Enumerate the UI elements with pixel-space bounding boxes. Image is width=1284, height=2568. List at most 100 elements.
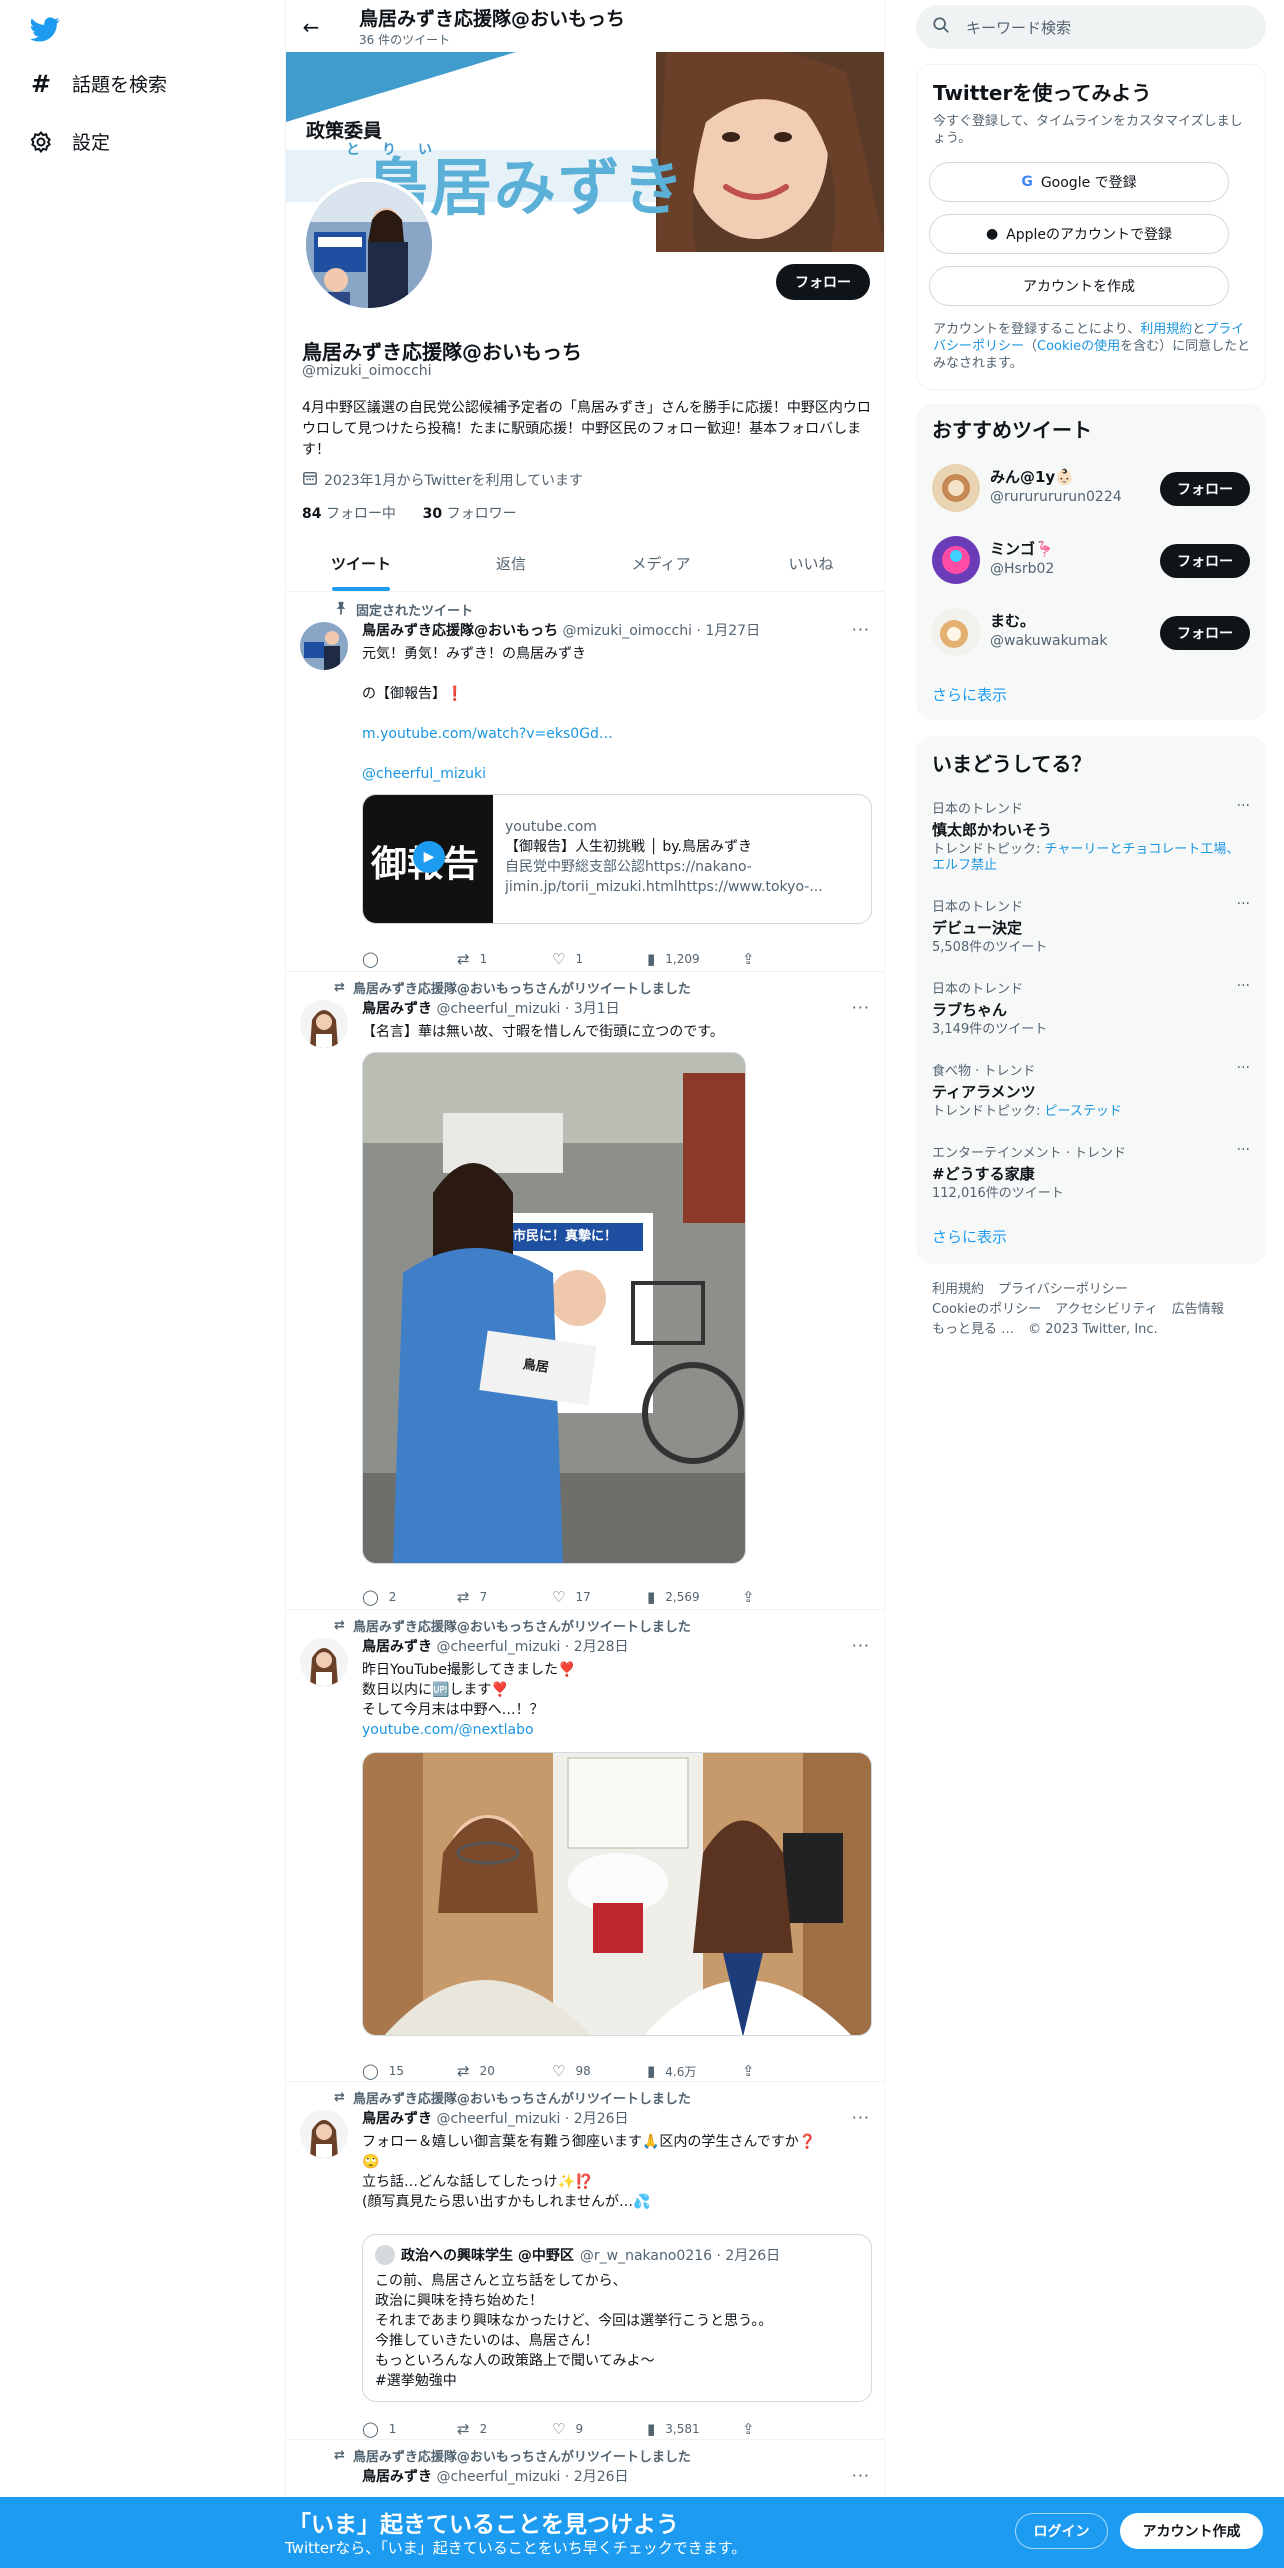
tweet-mention[interactable]: @cheerful_mizuki <box>362 764 872 784</box>
more-icon[interactable]: ··· <box>1237 798 1250 814</box>
share-button[interactable]: ⇪ <box>742 2420 837 2438</box>
back-arrow-icon[interactable]: ← <box>296 12 326 42</box>
avatar[interactable] <box>300 622 348 670</box>
author-name[interactable]: 鳥居みずき応援隊@おいもっち <box>362 623 558 639</box>
search-bar[interactable]: キーワード検索 <box>916 5 1266 49</box>
share-button[interactable]: ⇪ <box>742 1588 837 1606</box>
google-signup-button[interactable]: G Google で登録 <box>929 162 1229 202</box>
trend-item[interactable]: 日本のトレンド 慎太郎かわいそう トレンドトピック: チャーリーとチョコレート工… <box>932 798 1250 874</box>
avatar[interactable] <box>300 1638 348 1686</box>
recommended-handle: @Hsrb02 <box>990 561 1055 577</box>
bottom-signup-bar: 「いま」起きていることを見つけよう Twitterなら、「いま」起きていることを… <box>0 2497 1284 2568</box>
more-icon[interactable]: ··· <box>1237 978 1250 994</box>
author-name[interactable]: 鳥居みずき <box>362 1639 432 1655</box>
reply-button[interactable]: ◯ 2 <box>362 1588 457 1606</box>
signup-button[interactable]: アカウント作成 <box>1120 2513 1263 2549</box>
followers-link[interactable]: 30 フォロワー <box>423 506 517 522</box>
retweet-button[interactable]: ⇄ 7 <box>457 1588 552 1606</box>
footer-link[interactable]: 広告情報 <box>1172 1302 1224 1317</box>
tweet-photo[interactable] <box>362 1752 872 2036</box>
twitter-logo-icon[interactable] <box>28 14 62 44</box>
footer-link[interactable]: プライバシーポリシー <box>998 1282 1128 1297</box>
tweet-retweet[interactable]: ⇄ 鳥居みずき応援隊@おいもっちさんがリツイートしました ··· 鳥居みずき @… <box>286 1610 884 2082</box>
tweet-link[interactable]: youtube.com/@nextlabo <box>362 1720 872 1740</box>
reply-button[interactable]: ◯ 15 <box>362 2062 457 2080</box>
avatar[interactable] <box>300 2110 348 2158</box>
like-button[interactable]: ♡ 9 <box>552 2420 647 2438</box>
tab-media[interactable]: メディア <box>586 536 736 591</box>
more-icon[interactable]: ··· <box>1237 1060 1250 1076</box>
header-title: 鳥居みずき応援隊@おいもっち <box>359 8 626 30</box>
author-handle-time[interactable]: @cheerful_mizuki · 3月1日 <box>436 1001 619 1017</box>
footer-link[interactable]: Cookieのポリシー <box>932 1302 1041 1317</box>
retweet-button[interactable]: ⇄ 2 <box>457 2420 552 2438</box>
author-name[interactable]: 鳥居みずき <box>362 1001 432 1017</box>
recommended-user[interactable]: みん@1y👶🏻 @rururururun0224 フォロー <box>932 460 1250 516</box>
avatar[interactable] <box>932 608 980 656</box>
like-button[interactable]: ♡ 1 <box>552 950 647 968</box>
avatar[interactable] <box>932 464 980 512</box>
follow-button[interactable]: フォロー <box>1160 616 1250 650</box>
author-handle-time[interactable]: @mizuki_oimocchi · 1月27日 <box>562 623 760 639</box>
trend-item[interactable]: 食べ物 · トレンド ティアラメンツ トレンドトピック: ピーステッド ··· <box>932 1060 1250 1120</box>
author-handle-time[interactable]: @cheerful_mizuki · 2月28日 <box>436 1639 628 1655</box>
share-button[interactable]: ⇪ <box>742 950 837 968</box>
retweet-button[interactable]: ⇄ 1 <box>457 950 552 968</box>
nav-explore[interactable]: # 話題を検索 <box>28 70 167 98</box>
cookie-link[interactable]: Cookieの使用 <box>1037 339 1120 354</box>
recommended-user[interactable]: まむ。 @wakuwakumak フォロー <box>932 604 1250 660</box>
tweet-retweet[interactable]: ⇄ 鳥居みずき応援隊@おいもっちさんがリツイートしました ··· 鳥居みずき @… <box>286 2082 884 2440</box>
share-button[interactable]: ⇪ <box>742 2062 837 2080</box>
trend-category: 日本のトレンド <box>932 802 1024 817</box>
following-link[interactable]: 84 フォロー中 <box>302 506 396 522</box>
card-thumbnail: 御報告 ▶ <box>363 795 493 923</box>
follow-button[interactable]: フォロー <box>776 264 870 300</box>
nav-settings[interactable]: 設定 <box>28 128 110 155</box>
apple-signup-button[interactable]: ● Appleのアカウントで登録 <box>929 214 1229 254</box>
like-button[interactable]: ♡ 17 <box>552 1588 647 1606</box>
follow-button[interactable]: フォロー <box>1160 472 1250 506</box>
retweet-button[interactable]: ⇄ 20 <box>457 2062 552 2080</box>
tab-likes[interactable]: いいね <box>736 536 884 591</box>
link-card[interactable]: 御報告 ▶ youtube.com 【御報告】人生初挑戦 │ by.鳥居みずき … <box>362 794 872 924</box>
author-handle-time[interactable]: @cheerful_mizuki · 2月26日 <box>436 2111 628 2127</box>
tab-tweets[interactable]: ツイート <box>286 536 436 591</box>
views-button[interactable]: ▮ 2,569 <box>647 1588 742 1606</box>
avatar[interactable] <box>932 536 980 584</box>
tweet-photo[interactable]: 市民に！真摯に！ 鳥居 <box>362 1052 746 1564</box>
tab-replies[interactable]: 返信 <box>436 536 586 591</box>
follow-button[interactable]: フォロー <box>1160 544 1250 578</box>
quote-tweet[interactable]: 政治への興味学生 @中野区 @r_w_nakano0216 · 2月26日 この… <box>362 2234 872 2402</box>
tweet-link[interactable]: m.youtube.com/watch?v=eks0Gd… <box>362 724 872 744</box>
trend-topic-link[interactable]: ピーステッド <box>1045 1104 1122 1119</box>
reply-icon: ◯ <box>362 2062 379 2080</box>
recommended-user[interactable]: ミンゴ🦩 @Hsrb02 フォロー <box>932 532 1250 588</box>
footer-link[interactable]: もっと見る … <box>932 1322 1014 1337</box>
show-more-link[interactable]: さらに表示 <box>932 1226 1007 1247</box>
footer-link[interactable]: アクセシビリティ <box>1055 1302 1158 1317</box>
reply-button[interactable]: ◯ 1 <box>362 2420 457 2438</box>
tweet-retweet[interactable]: ⇄ 鳥居みずき応援隊@おいもっちさんがリツイートしました ··· 鳥居みずき @… <box>286 972 884 1610</box>
trend-item[interactable]: エンターテインメント · トレンド #どうする家康 112,016件のツイート … <box>932 1142 1250 1202</box>
more-icon[interactable]: ··· <box>1237 1142 1250 1158</box>
author-name[interactable]: 鳥居みずき <box>362 2111 432 2127</box>
trend-item[interactable]: 日本のトレンド デビュー決定 5,508件のツイート ··· <box>932 896 1250 956</box>
tweet-pinned[interactable]: 固定されたツイート ··· 鳥居みずき応援隊@おいもっち @mizuki_oim… <box>286 592 884 972</box>
trend-item[interactable]: 日本のトレンド ラブちゃん 3,149件のツイート ··· <box>932 978 1250 1038</box>
create-account-button[interactable]: アカウントを作成 <box>929 266 1229 306</box>
author-handle-time[interactable]: @cheerful_mizuki · 2月26日 <box>436 2469 628 2485</box>
more-icon[interactable]: ··· <box>1237 896 1250 912</box>
profile-avatar[interactable] <box>302 178 436 312</box>
login-button[interactable]: ログイン <box>1015 2513 1108 2549</box>
views-button[interactable]: ▮ 4.6万 <box>647 2062 742 2080</box>
show-more-link[interactable]: さらに表示 <box>932 684 1007 705</box>
reply-button[interactable]: ◯ <box>362 950 457 968</box>
like-button[interactable]: ♡ 98 <box>552 2062 647 2080</box>
followers-label: フォロワー <box>446 506 517 522</box>
footer-link[interactable]: 利用規約 <box>932 1282 984 1297</box>
author-name[interactable]: 鳥居みずき <box>362 2469 432 2485</box>
avatar[interactable] <box>300 1000 348 1048</box>
views-button[interactable]: ▮ 1,209 <box>647 950 742 968</box>
terms-link[interactable]: 利用規約 <box>1140 322 1192 337</box>
views-button[interactable]: ▮ 3,581 <box>647 2420 742 2438</box>
